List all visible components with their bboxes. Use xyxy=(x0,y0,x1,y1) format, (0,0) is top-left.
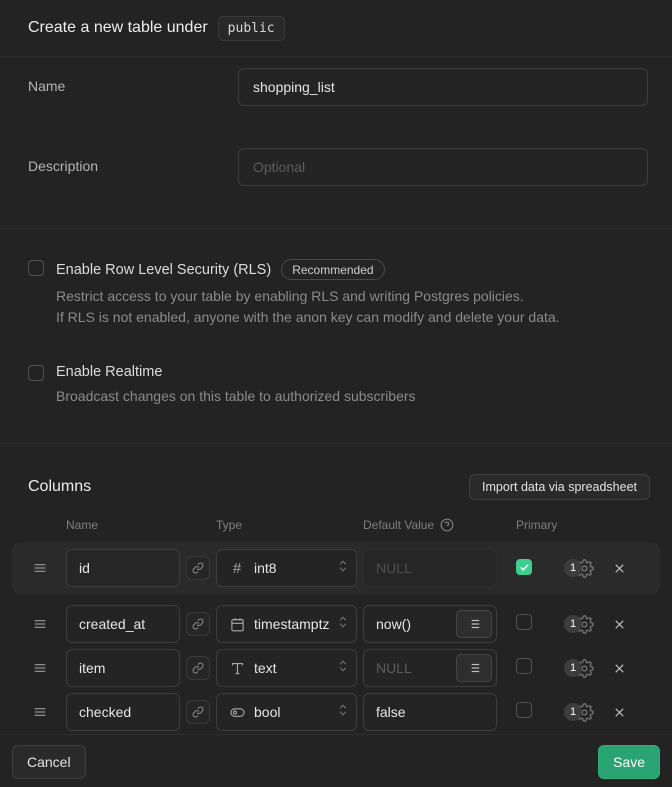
column-type-select[interactable]: bool xyxy=(216,693,357,731)
column-row: bool 1 xyxy=(12,690,660,734)
name-field-row: Name xyxy=(28,68,648,106)
list-icon[interactable] xyxy=(456,654,492,682)
drag-handle-icon[interactable] xyxy=(20,560,60,576)
link-icon[interactable] xyxy=(186,556,210,580)
rls-description: Restrict access to your table by enablin… xyxy=(56,286,560,328)
column-row: # int8 1 xyxy=(12,542,660,594)
drag-handle-icon[interactable] xyxy=(20,704,60,720)
column-header-name: Name xyxy=(66,518,180,532)
link-icon[interactable] xyxy=(186,612,210,636)
link-icon[interactable] xyxy=(186,700,210,724)
calendar-icon xyxy=(229,616,245,632)
link-icon[interactable] xyxy=(186,656,210,680)
column-name-input[interactable] xyxy=(66,605,180,643)
column-header-default: Default Value xyxy=(363,518,434,532)
realtime-toggle-group: Enable Realtime Broadcast changes on thi… xyxy=(28,364,644,407)
description-field-row: Description xyxy=(28,148,648,186)
drag-handle-icon[interactable] xyxy=(20,616,60,632)
column-type-select[interactable]: # int8 xyxy=(216,549,357,587)
table-description-input[interactable] xyxy=(238,148,648,186)
dialog-title: Create a new table under xyxy=(28,19,208,37)
column-default-input xyxy=(363,549,497,587)
column-default-input[interactable] xyxy=(363,693,497,731)
column-header-type: Type xyxy=(216,518,357,532)
chevrons-up-down-icon xyxy=(336,615,350,634)
close-icon[interactable] xyxy=(607,617,631,632)
dialog-footer: Cancel Save xyxy=(0,734,672,787)
column-settings-button[interactable]: 1 xyxy=(557,659,601,678)
hash-icon: # xyxy=(229,560,245,576)
column-row: text 1 xyxy=(12,646,660,690)
recommended-badge: Recommended xyxy=(281,259,384,280)
realtime-checkbox[interactable] xyxy=(28,365,44,381)
list-icon[interactable] xyxy=(456,610,492,638)
settings-count-badge: 1 xyxy=(564,559,582,577)
cancel-button[interactable]: Cancel xyxy=(12,745,86,779)
chevrons-up-down-icon xyxy=(336,659,350,678)
dialog-header: Create a new table under public xyxy=(0,0,672,57)
primary-checkbox[interactable] xyxy=(516,658,532,674)
column-name-input[interactable] xyxy=(66,549,180,587)
table-name-input[interactable] xyxy=(238,68,648,106)
column-settings-button[interactable]: 1 xyxy=(557,559,601,578)
column-type-select[interactable]: text xyxy=(216,649,357,687)
columns-title: Columns xyxy=(28,478,91,496)
toggle-icon xyxy=(229,704,245,720)
close-icon[interactable] xyxy=(607,561,631,576)
realtime-label: Enable Realtime xyxy=(56,364,162,380)
drag-handle-icon[interactable] xyxy=(20,660,60,676)
close-icon[interactable] xyxy=(607,661,631,676)
schema-badge: public xyxy=(218,16,285,41)
chevrons-up-down-icon xyxy=(336,703,350,722)
rls-checkbox[interactable] xyxy=(28,260,44,276)
settings-count-badge: 1 xyxy=(564,703,582,721)
column-settings-button[interactable]: 1 xyxy=(557,615,601,634)
column-type-select[interactable]: timestamptz xyxy=(216,605,357,643)
realtime-description: Broadcast changes on this table to autho… xyxy=(56,386,416,407)
settings-count-badge: 1 xyxy=(564,659,582,677)
close-icon[interactable] xyxy=(607,705,631,720)
description-field-label: Description xyxy=(28,148,238,174)
name-field-label: Name xyxy=(28,68,238,94)
column-name-input[interactable] xyxy=(66,693,180,731)
primary-checkbox[interactable] xyxy=(516,702,532,718)
create-table-dialog: Create a new table under public Name Des… xyxy=(0,0,672,787)
settings-count-badge: 1 xyxy=(564,615,582,633)
rls-label: Enable Row Level Security (RLS) xyxy=(56,262,271,278)
toggles-section: Enable Row Level Security (RLS) Recommen… xyxy=(0,229,672,443)
basic-fields-section: Name Description xyxy=(0,57,672,228)
column-row: timestamptz 1 xyxy=(12,602,660,646)
primary-checkbox[interactable] xyxy=(516,614,532,630)
save-button[interactable]: Save xyxy=(598,745,660,779)
column-header-primary: Primary xyxy=(503,518,551,532)
column-name-input[interactable] xyxy=(66,649,180,687)
primary-checkbox[interactable] xyxy=(516,559,532,575)
type-icon xyxy=(229,660,245,676)
help-circle-icon[interactable] xyxy=(440,518,454,532)
columns-section: Columns Import data via spreadsheet Name… xyxy=(0,444,672,734)
rls-toggle-group: Enable Row Level Security (RLS) Recommen… xyxy=(28,259,644,328)
column-settings-button[interactable]: 1 xyxy=(557,703,601,722)
columns-header-row: Name Type Default Value Primary xyxy=(12,518,660,532)
import-spreadsheet-button[interactable]: Import data via spreadsheet xyxy=(469,474,650,500)
chevrons-up-down-icon xyxy=(336,559,350,578)
